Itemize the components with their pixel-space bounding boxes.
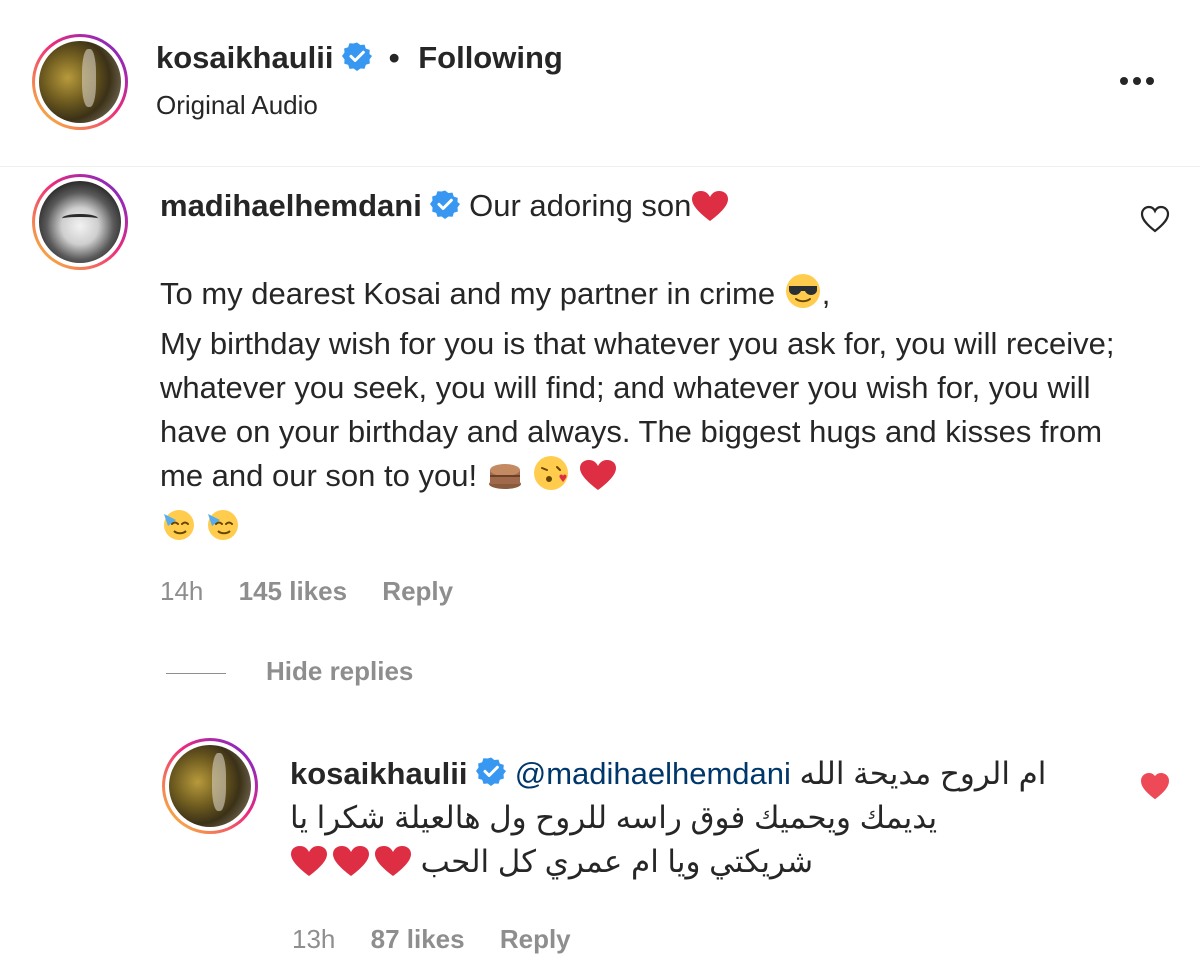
red-heart-emoji-icon — [579, 458, 617, 504]
more-options-icon[interactable] — [1112, 66, 1162, 96]
red-heart-emoji-icon — [374, 844, 412, 890]
reply-header: kosaikhaulii @madihaelhemdani ام الروح م… — [290, 752, 1090, 798]
separator-dot: • — [388, 40, 400, 75]
header-title: kosaikhaulii • Following — [156, 40, 563, 79]
reply-line3: شريكتي ويا ام عمري كل الحب — [290, 840, 1090, 890]
red-heart-emoji-icon — [691, 190, 729, 230]
hide-replies-label: Hide replies — [266, 656, 414, 686]
reply-avatar[interactable] — [162, 738, 258, 834]
cake-emoji-icon — [486, 454, 524, 504]
comment-body-line2: My birthday wish for you is that whateve… — [160, 326, 1115, 493]
header-username[interactable]: kosaikhaulii — [156, 40, 333, 75]
reply-body: يديمك ويحميك فوق راسه للروح ول هالعيلة ش… — [290, 796, 1090, 890]
comment-body: To my dearest Kosai and my partner in cr… — [160, 272, 1120, 554]
verified-badge-icon — [476, 754, 507, 798]
reply-reply-button[interactable]: Reply — [500, 924, 571, 954]
reply-meta: 13h 87 likes Reply — [292, 924, 599, 955]
comment-avatar[interactable] — [32, 174, 128, 270]
comment-meta: 14h 145 likes Reply — [160, 576, 481, 607]
following-button[interactable]: Following — [418, 40, 563, 75]
header-avatar[interactable] — [32, 34, 128, 130]
reply-text-line3: شريكتي ويا ام عمري كل الحب — [420, 844, 814, 879]
red-heart-emoji-icon — [290, 844, 328, 890]
comment-like-heart-icon[interactable] — [1140, 205, 1170, 238]
reply-mention-link[interactable]: @madihaelhemdani — [515, 756, 791, 791]
comment-body-line1: To my dearest Kosai and my partner in cr… — [160, 276, 776, 311]
reply-text-line1: ام الروح مديحة الله — [799, 756, 1047, 791]
sunglasses-emoji-icon — [784, 272, 822, 322]
hide-replies-button[interactable]: Hide replies — [166, 656, 413, 687]
audio-label[interactable]: Original Audio — [156, 90, 318, 121]
reply-like-heart-icon[interactable] — [1140, 772, 1170, 805]
comment-body-line1-suffix: , — [821, 276, 831, 311]
verified-badge-icon — [430, 189, 461, 227]
red-heart-emoji-icon — [332, 844, 370, 890]
comment-reply-button[interactable]: Reply — [382, 576, 453, 606]
partying-face-emoji-icon — [160, 504, 198, 554]
comment-username[interactable]: madihaelhemdani — [160, 188, 422, 223]
reply-likes[interactable]: 87 likes — [371, 924, 465, 954]
face-blowing-kiss-emoji-icon — [532, 454, 570, 504]
post-header: kosaikhaulii • Following Original Audio — [0, 0, 1200, 167]
verified-badge-icon — [342, 41, 373, 79]
reply-time[interactable]: 13h — [292, 924, 335, 954]
partying-face-emoji-icon — [204, 504, 242, 554]
comment-likes[interactable]: 145 likes — [239, 576, 347, 606]
reply-text-line2: يديمك ويحميك فوق راسه للروح ول هالعيلة ش… — [290, 800, 938, 835]
comment-caption: Our adoring son — [469, 188, 692, 223]
comment-time[interactable]: 14h — [160, 576, 203, 606]
comment-header: madihaelhemdani Our adoring son — [160, 188, 729, 230]
hide-replies-divider — [166, 672, 226, 674]
reply-username[interactable]: kosaikhaulii — [290, 756, 467, 791]
